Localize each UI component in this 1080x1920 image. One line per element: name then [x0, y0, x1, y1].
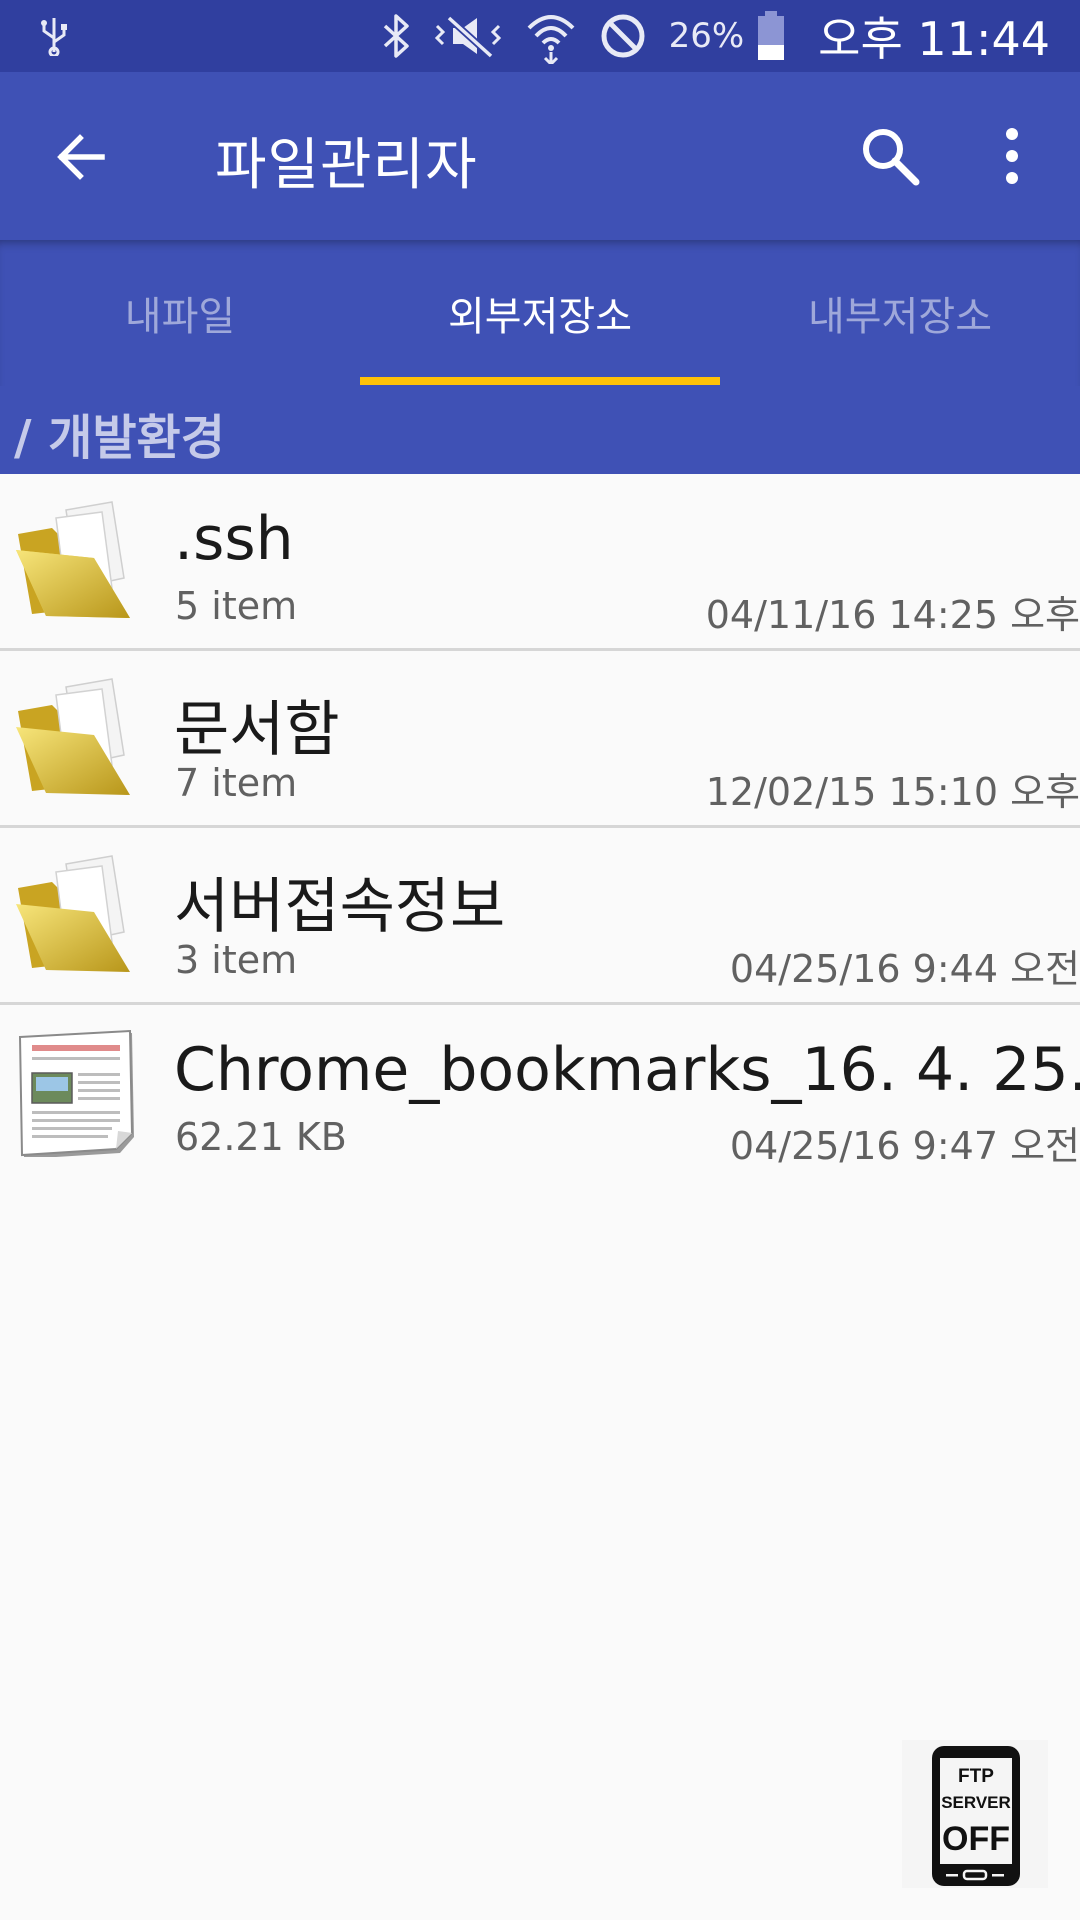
file-date: 12/02/15 15:10 오후	[705, 770, 1080, 814]
battery-percent: 26%	[668, 16, 745, 56]
tab-my-files[interactable]: 내파일	[0, 240, 360, 386]
arrow-back-icon[interactable]	[50, 126, 112, 188]
ftp-server-label: SERVER	[941, 1793, 1011, 1812]
wifi-icon	[527, 15, 575, 64]
usb-icon	[41, 18, 67, 56]
file-meta: 62.21 KB	[175, 1115, 347, 1159]
tab-indicator	[360, 377, 720, 385]
folder-icon	[16, 855, 130, 972]
document-icon	[18, 1029, 134, 1157]
list-item[interactable]: 서버접속정보 3 item 04/25/16 9:44 오전	[0, 828, 1080, 1005]
list-item[interactable]: Chrome_bookmarks_16. 4. 25.. 62.21 KB 04…	[0, 1005, 1080, 1182]
folder-icon	[16, 501, 130, 618]
file-name: 문서함	[174, 695, 340, 765]
file-date: 04/11/16 14:25 오후	[705, 593, 1080, 637]
tab-bar: 내파일 외부저장소 내부저장소	[0, 240, 1080, 386]
search-icon[interactable]	[858, 124, 922, 188]
file-name: .ssh	[174, 504, 294, 574]
tab-internal-storage[interactable]: 내부저장소	[720, 240, 1080, 386]
status-clock: 오후 11:44	[818, 12, 1050, 66]
file-name: Chrome_bookmarks_16. 4. 25..	[174, 1035, 1080, 1105]
ftp-status-label: OFF	[942, 1820, 1010, 1858]
list-item[interactable]: 문서함 7 item 12/02/15 15:10 오후	[0, 651, 1080, 828]
list-item[interactable]: .ssh 5 item 04/11/16 14:25 오후	[0, 474, 1080, 651]
battery-icon	[758, 11, 785, 60]
app-bar: 파일관리자	[0, 72, 1080, 240]
file-list: .ssh 5 item 04/11/16 14:25 오후 문서함 7 item…	[0, 474, 1080, 1182]
folder-icon	[16, 678, 130, 795]
more-vert-icon[interactable]	[992, 124, 1032, 188]
file-meta: 5 item	[175, 584, 298, 628]
breadcrumb: / 개발환경	[0, 386, 1080, 474]
ftp-server-button[interactable]: FTP SERVER OFF	[902, 1740, 1048, 1888]
file-meta: 7 item	[175, 761, 298, 805]
bluetooth-icon	[383, 14, 409, 58]
tab-external-storage[interactable]: 외부저장소	[360, 240, 720, 386]
ftp-label: FTP	[958, 1766, 994, 1787]
file-date: 04/25/16 9:47 오전	[729, 1124, 1080, 1168]
breadcrumb-path[interactable]: / 개발환경	[14, 398, 225, 468]
do-not-disturb-icon	[601, 14, 645, 58]
status-bar: 26% 오후 11:44	[0, 0, 1080, 72]
vibrate-mute-icon	[434, 15, 501, 59]
ftp-phone-icon: FTP SERVER OFF	[902, 1740, 1048, 1888]
page-title: 파일관리자	[215, 133, 478, 198]
file-meta: 3 item	[175, 938, 298, 982]
file-name: 서버접속정보	[174, 872, 506, 942]
file-date: 04/25/16 9:44 오전	[729, 947, 1080, 991]
